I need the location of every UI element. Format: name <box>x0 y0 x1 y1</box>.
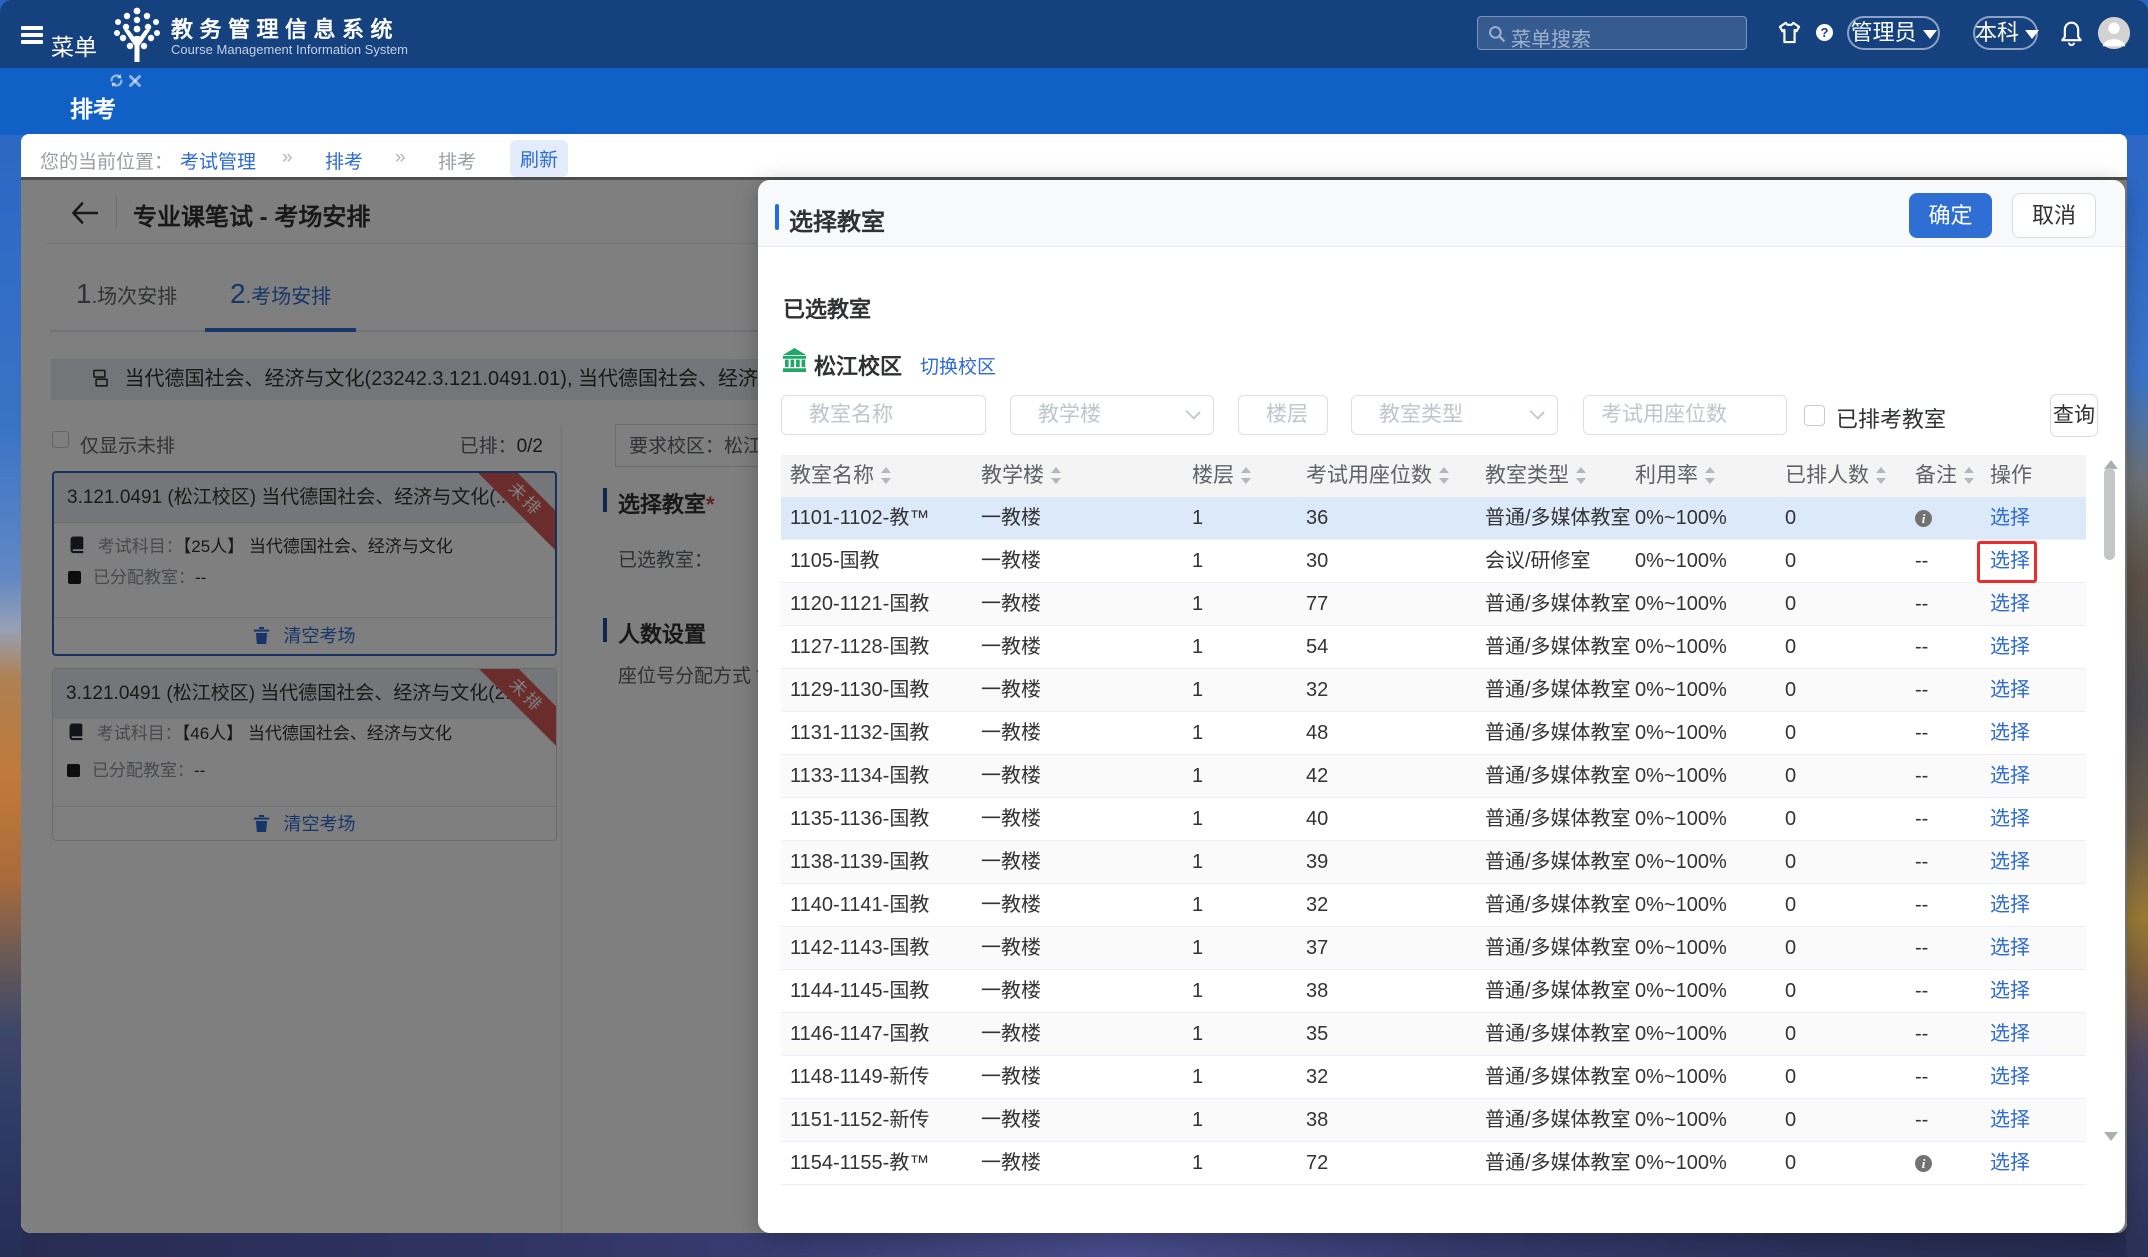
svg-text:?: ? <box>1821 25 1829 40</box>
